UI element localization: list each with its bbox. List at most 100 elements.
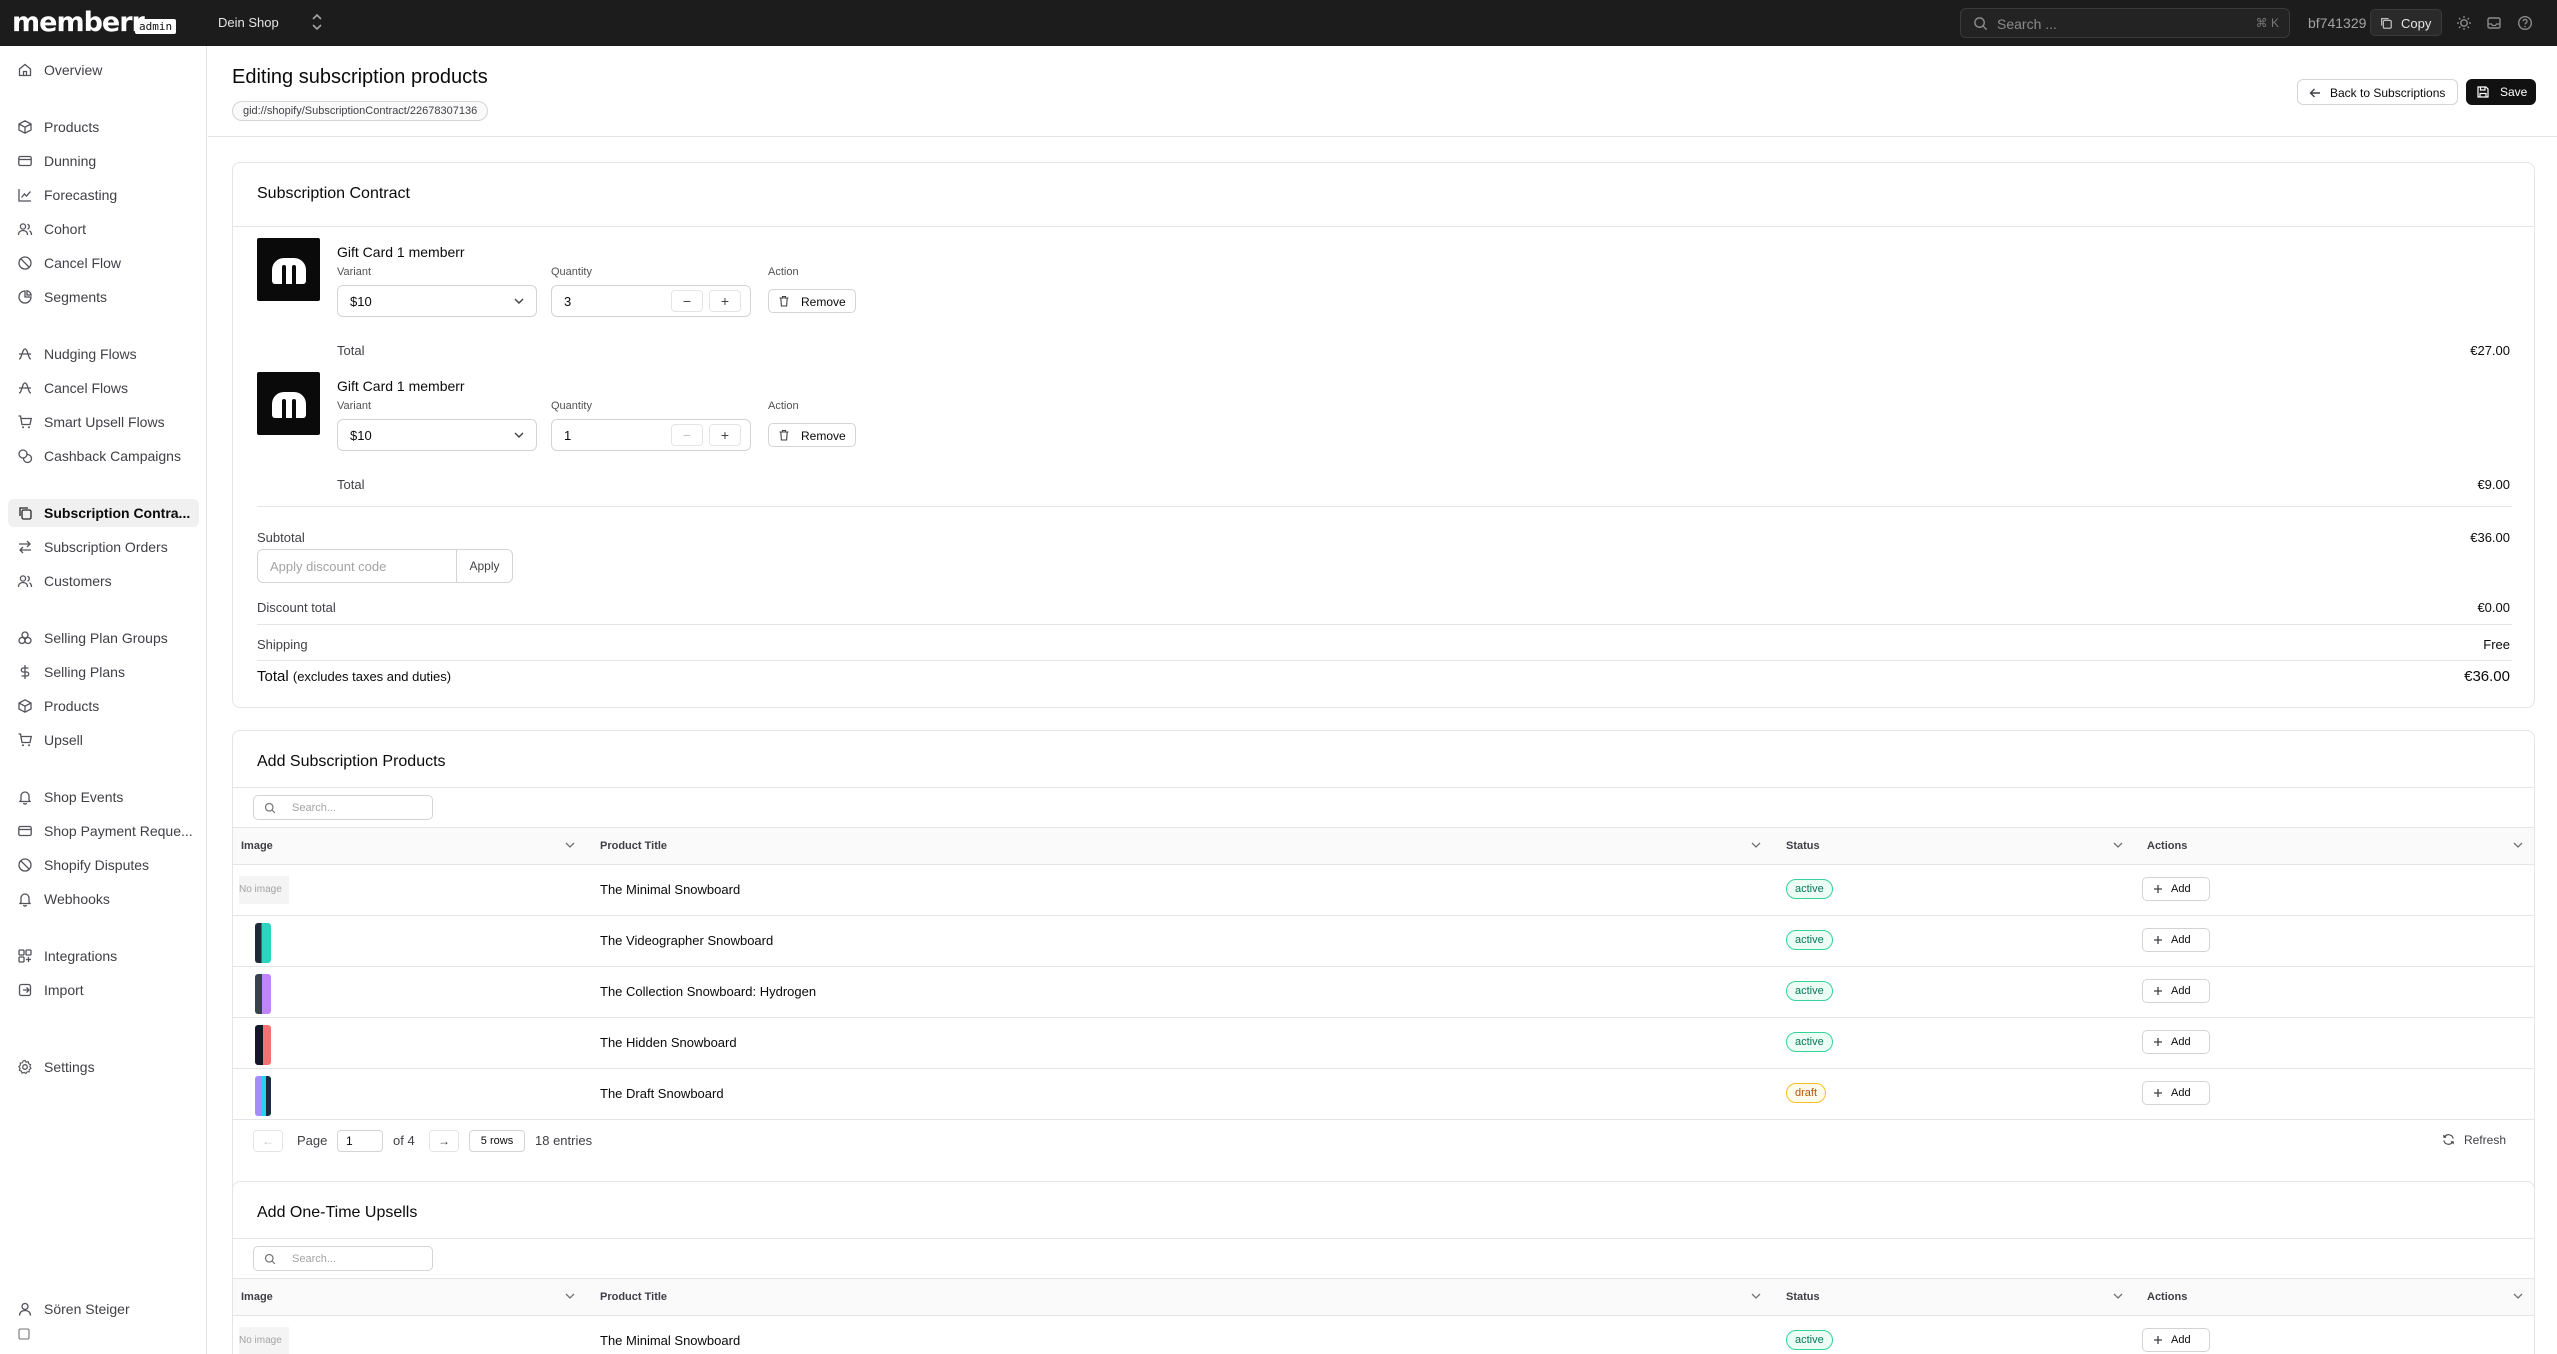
chevrons-updown-icon[interactable] [310,13,324,31]
product-title: The Collection Snowboard: Hydrogen [600,984,817,999]
increment-button[interactable]: + [709,290,741,312]
increment-button[interactable]: + [709,424,741,446]
sidebar-item-segments[interactable]: Segments [8,283,199,311]
quantity-stepper[interactable]: 1 − + [551,419,751,451]
chevron-down-icon[interactable] [2113,841,2123,849]
add-button[interactable]: Add [2142,1328,2210,1352]
cart-icon [17,732,33,748]
column-header[interactable]: Image [241,840,273,852]
sidebar-item-shop-events[interactable]: Shop Events [8,783,199,811]
column-header[interactable]: Image [241,1291,273,1303]
add-button[interactable]: Add [2142,1081,2210,1105]
column-header[interactable]: Status [1786,1291,1820,1303]
decrement-button[interactable]: − [671,424,703,446]
chevron-down-icon[interactable] [1751,841,1761,849]
add-button[interactable]: Add [2142,928,2210,952]
shop-switcher[interactable]: Dein Shop [218,14,279,32]
quantity-value[interactable]: 3 [564,294,571,309]
sidebar-item-overview[interactable]: Overview [8,56,199,84]
add-button[interactable]: Add [2142,1030,2210,1054]
help-icon[interactable] [2517,15,2533,31]
column-header[interactable]: Product Title [600,840,667,852]
sidebar-item-forecasting[interactable]: Forecasting [8,181,199,209]
top-bar: memberr admin Dein Shop Search ... ⌘ K b… [0,0,2557,46]
card-title: Add Subscription Products [257,753,446,770]
page-input[interactable]: 1 [337,1130,383,1152]
prev-page-button[interactable]: ← [253,1130,283,1152]
table-row: The Hidden Snowboard active Add [233,1018,2534,1069]
search-placeholder: Search ... [1997,16,2057,32]
product-search-input[interactable]: Search... [253,795,433,820]
sidebar-item-products[interactable]: Products [8,113,199,141]
sidebar-item-shop-payment-requests[interactable]: Shop Payment Reque... [8,817,199,845]
add-button[interactable]: Add [2142,979,2210,1003]
memberr-logo-icon [272,258,306,284]
chevron-down-icon[interactable] [565,1292,575,1300]
column-header[interactable]: Actions [2147,840,2187,852]
sidebar-item-import[interactable]: Import [8,976,199,1004]
no-image-placeholder: No image [239,876,289,904]
sun-icon[interactable] [2456,15,2472,31]
column-header[interactable]: Actions [2147,1291,2187,1303]
quantity-value[interactable]: 1 [564,428,571,443]
apply-discount-button[interactable]: Apply [456,550,512,582]
add-button[interactable]: Add [2142,877,2210,901]
chevron-down-icon[interactable] [565,841,575,849]
line-total-label: Total [337,343,365,358]
refresh-button[interactable]: Refresh [2443,1133,2506,1147]
sidebar-item-subscription-contracts[interactable]: Subscription Contra... [8,499,199,527]
variant-select[interactable]: $10 [337,285,537,317]
plus-icon [2153,1037,2163,1047]
user-menu[interactable]: Sören Steiger [8,1295,199,1323]
sidebar-item-customers[interactable]: Customers [8,567,199,595]
trash-icon [778,295,790,307]
sidebar-item-selling-plans[interactable]: Selling Plans [8,658,199,686]
save-button[interactable]: Save [2466,79,2536,105]
variant-select[interactable]: $10 [337,419,537,451]
discount-code-field[interactable]: Apply discount code Apply [257,549,513,583]
sidebar-item-upsell[interactable]: Upsell [8,726,199,754]
users-icon [17,573,33,589]
back-to-subscriptions-button[interactable]: Back to Subscriptions [2297,79,2458,105]
sidebar-item-smart-upsell-flows[interactable]: Smart Upsell Flows [8,408,199,436]
sidebar-item-cohort[interactable]: Cohort [8,215,199,243]
save-icon [2476,85,2490,99]
sidebar-item-products-2[interactable]: Products [8,692,199,720]
table-row: The Collection Snowboard: Hydrogen activ… [233,967,2534,1018]
upsell-search-input[interactable]: Search... [253,1246,433,1271]
sidebar-item-selling-plan-groups[interactable]: Selling Plan Groups [8,624,199,652]
remove-button[interactable]: Remove [768,423,856,447]
inbox-icon[interactable] [2486,15,2502,31]
sidebar-item-cancel-flow[interactable]: Cancel Flow [8,249,199,277]
chevron-down-icon[interactable] [2513,841,2523,849]
next-page-button[interactable]: → [429,1130,459,1152]
sidebar-item-webhooks[interactable]: Webhooks [8,885,199,913]
sidebar-item-subscription-orders[interactable]: Subscription Orders [8,533,199,561]
brand-logo[interactable]: memberr [12,9,145,37]
line-chart-icon [17,187,33,203]
search-icon [264,802,276,814]
search-shortcut: ⌘ K [2255,16,2279,30]
discount-code-input[interactable]: Apply discount code [270,559,386,574]
chevron-down-icon[interactable] [2513,1292,2523,1300]
global-search-input[interactable]: Search ... ⌘ K [1960,8,2290,38]
discount-total-value: €0.00 [2477,600,2510,615]
rows-per-page-select[interactable]: 5 rows [469,1130,525,1152]
sidebar-item-integrations[interactable]: Integrations [8,942,199,970]
sidebar-toggle-icon[interactable] [18,1328,30,1340]
chevron-down-icon[interactable] [2113,1292,2123,1300]
chevron-down-icon[interactable] [1751,1292,1761,1300]
sidebar-item-nudging-flows[interactable]: Nudging Flows [8,340,199,368]
remove-button[interactable]: Remove [768,289,856,313]
quantity-stepper[interactable]: 3 − + [551,285,751,317]
sidebar-item-dunning[interactable]: Dunning [8,147,199,175]
column-header[interactable]: Product Title [600,1291,667,1303]
copy-button[interactable]: Copy [2370,9,2442,36]
sidebar-item-cashback-campaigns[interactable]: Cashback Campaigns [8,442,199,470]
column-header[interactable]: Status [1786,840,1820,852]
admin-badge: admin [135,19,177,34]
sidebar-item-cancel-flows[interactable]: Cancel Flows [8,374,199,402]
sidebar-item-settings[interactable]: Settings [8,1053,199,1081]
sidebar-item-shopify-disputes[interactable]: Shopify Disputes [8,851,199,879]
decrement-button[interactable]: − [671,290,703,312]
